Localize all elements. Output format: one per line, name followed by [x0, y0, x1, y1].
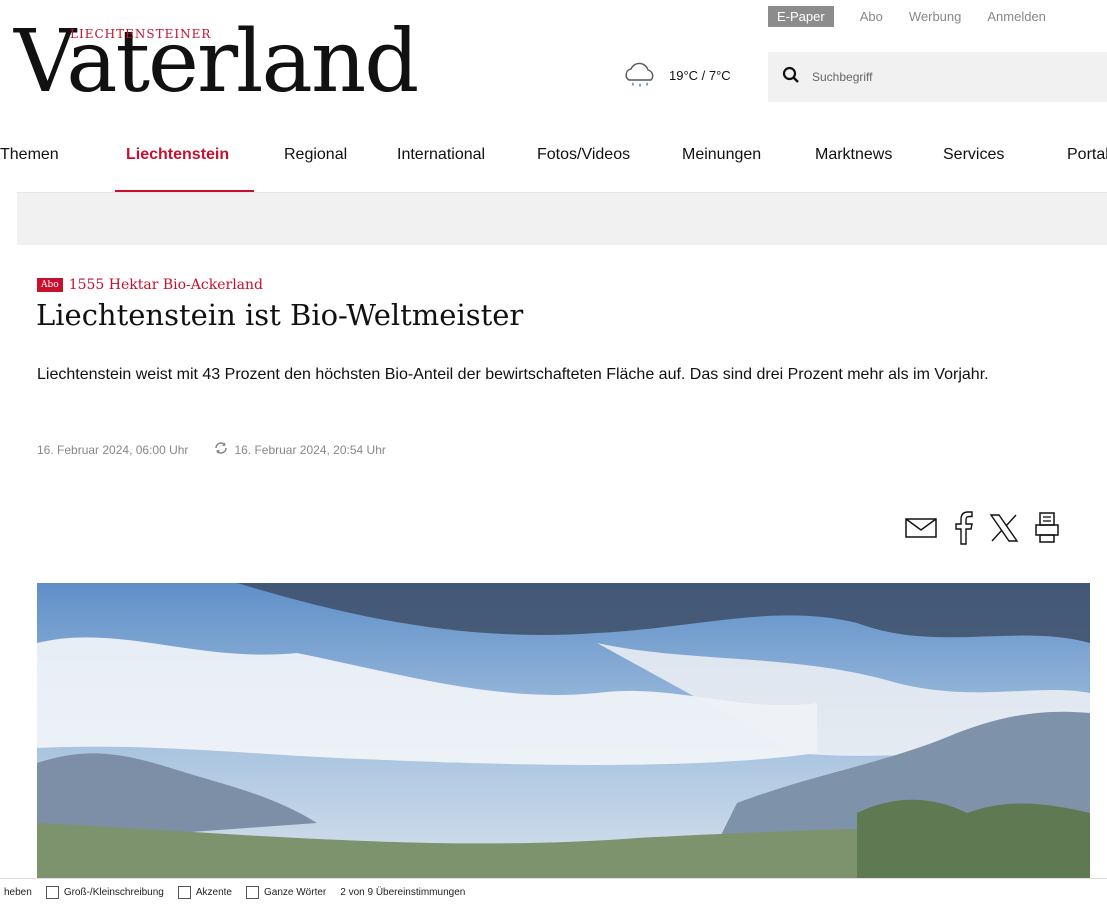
nav-item-portale[interactable]: Portale	[1067, 146, 1107, 164]
article-headline: Liechtenstein ist Bio-Weltmeister	[36, 298, 524, 332]
article-meta: 16. Februar 2024, 06:00 Uhr 16. Februar …	[37, 442, 386, 457]
anmelden-link[interactable]: Anmelden	[987, 9, 1046, 24]
diacritics-option[interactable]: Akzente	[177, 886, 232, 899]
top-utility-bar: E-Paper Abo Werbung Anmelden	[768, 6, 1046, 27]
kicker-text: 1555 Hektar Bio-Ackerland	[68, 277, 263, 293]
nav-item-marktnews[interactable]: Marktnews	[815, 146, 892, 164]
article-hero-image	[37, 583, 1090, 883]
nav-item-services[interactable]: Services	[943, 146, 1004, 164]
abo-link[interactable]: Abo	[860, 9, 883, 24]
site-logo[interactable]: LIECHTENSTEINER Vaterland	[14, 19, 419, 105]
browser-find-bar: heben Groß-/Kleinschreibung Akzente Ganz…	[0, 878, 1107, 906]
published-date: 16. Februar 2024, 06:00 Uhr	[37, 442, 189, 457]
whole-words-checkbox[interactable]	[246, 886, 259, 899]
facebook-icon[interactable]	[952, 510, 974, 551]
whole-words-label: Ganze Wörter	[264, 887, 327, 898]
search-box[interactable]	[768, 52, 1107, 102]
article-lead: Liechtenstein weist mit 43 Prozent den h…	[37, 366, 989, 383]
werbung-link[interactable]: Werbung	[909, 9, 962, 24]
abo-badge: Abo	[37, 278, 63, 292]
refresh-icon	[214, 442, 228, 457]
print-icon[interactable]	[1034, 511, 1060, 550]
search-icon[interactable]	[768, 66, 800, 89]
weather-widget[interactable]: 19°C / 7°C	[621, 60, 731, 90]
share-toolbar	[904, 510, 1060, 551]
logo-overline: LIECHTENSTEINER	[70, 27, 212, 41]
epaper-link[interactable]: E-Paper	[768, 6, 834, 27]
search-input[interactable]	[810, 69, 1064, 85]
highlight-all-toggle[interactable]: heben	[4, 887, 32, 898]
match-case-label: Groß-/Kleinschreibung	[63, 887, 164, 898]
diacritics-checkbox[interactable]	[177, 886, 191, 899]
article-kicker: Abo 1555 Hektar Bio-Ackerland	[37, 277, 263, 293]
nav-item-liechtenstein[interactable]: Liechtenstein	[126, 146, 229, 164]
match-case-checkbox[interactable]	[45, 886, 59, 899]
nav-item-international[interactable]: International	[397, 146, 485, 164]
whole-words-option[interactable]: Ganze Wörter	[246, 886, 326, 899]
nav-item-fotos-videos[interactable]: Fotos/Videos	[537, 146, 630, 164]
nav-item-meinungen[interactable]: Meinungen	[682, 146, 761, 164]
match-case-option[interactable]: Groß-/Kleinschreibung	[45, 886, 164, 899]
diacritics-label: Akzente	[195, 887, 232, 898]
weather-temperature: 19°C / 7°C	[669, 67, 731, 83]
updated-date: 16. Februar 2024, 20:54 Uhr	[234, 442, 386, 457]
main-navigation: Themen Liechtenstein Regional Internatio…	[0, 146, 1107, 193]
mail-icon[interactable]	[904, 516, 938, 545]
x-icon[interactable]	[988, 512, 1020, 549]
find-result-count: 2 von 9 Übereinstimmungen	[340, 887, 466, 898]
nav-item-themen[interactable]: Themen	[0, 146, 59, 164]
nav-item-regional[interactable]: Regional	[284, 146, 347, 164]
ad-placeholder-band	[17, 193, 1107, 245]
rain-cloud-icon	[621, 60, 659, 90]
